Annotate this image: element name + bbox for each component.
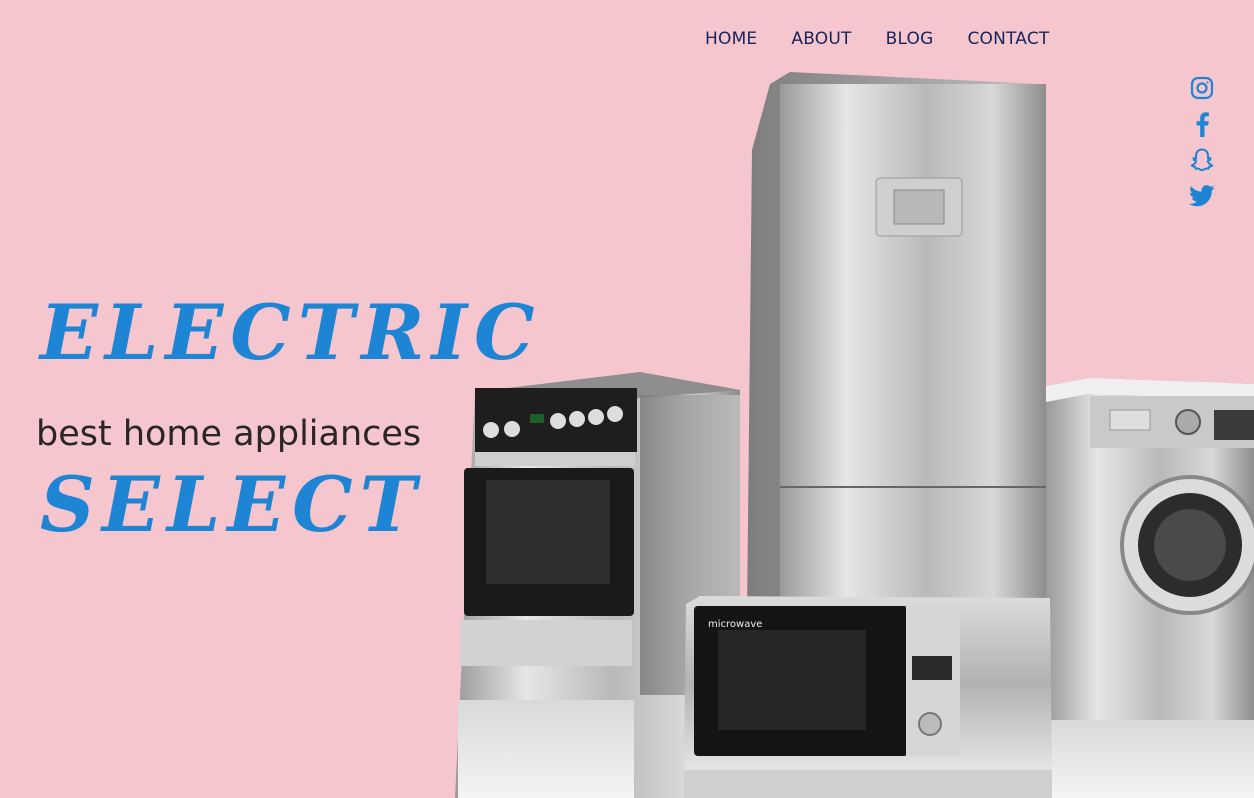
appliances-image: microwave (455, 72, 1254, 798)
main-nav: HOME ABOUT BLOG CONTACT (705, 28, 1084, 50)
nav-about-link[interactable]: ABOUT (791, 28, 851, 50)
nav-contact-link[interactable]: CONTACT (967, 28, 1049, 50)
microwave: microwave (684, 596, 1052, 798)
nav-blog-link[interactable]: BLOG (886, 28, 934, 50)
washing-machine (1046, 378, 1254, 798)
tagline: best home appliances (36, 414, 422, 454)
nav-home-link[interactable]: HOME (705, 28, 757, 50)
microwave-label: microwave (708, 619, 762, 630)
